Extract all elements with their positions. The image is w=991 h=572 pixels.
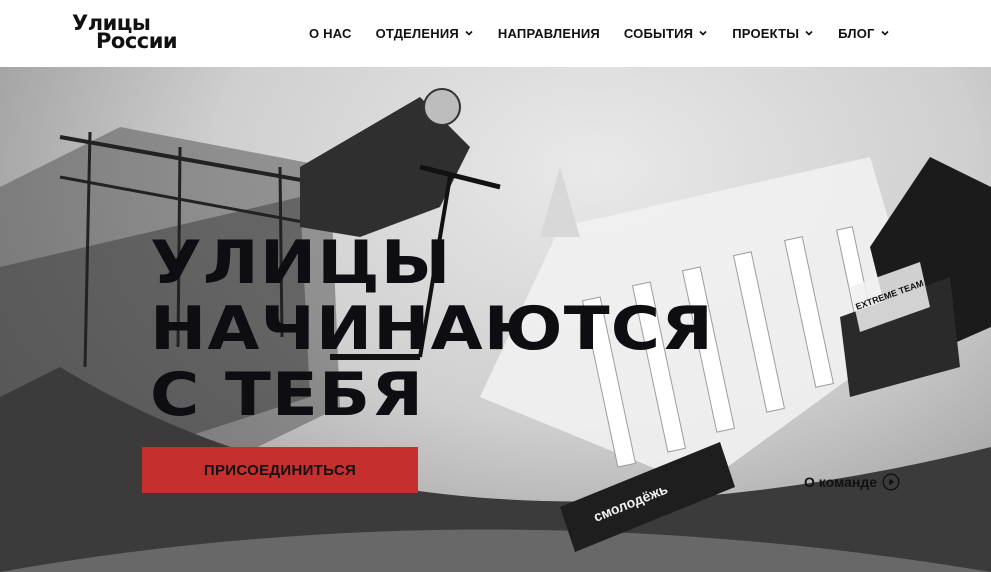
nav-item-about[interactable]: О НАС — [309, 26, 352, 41]
headline-line-2: НАЧИНАЮТСЯ — [150, 294, 715, 364]
about-team-link[interactable]: О команде — [804, 473, 900, 491]
chevron-down-icon — [465, 30, 473, 36]
nav-item-directions[interactable]: НАПРАВЛЕНИЯ — [498, 26, 600, 41]
chevron-down-icon — [699, 30, 707, 36]
chevron-down-icon — [881, 30, 889, 36]
team-link-label: О команде — [804, 474, 878, 490]
nav-item-events[interactable]: СОБЫТИЯ — [624, 26, 708, 41]
headline-line-1: УЛИЦЫ — [150, 228, 452, 298]
headline-line-3: С ТЕБЯ — [150, 360, 425, 430]
nav-item-label: ПРОЕКТЫ — [732, 25, 800, 41]
nav-item-projects[interactable]: ПРОЕКТЫ — [732, 26, 814, 41]
hero-headline: УЛИЦЫ НАЧИНАЮТСЯ С ТЕБЯ — [150, 230, 714, 428]
chevron-down-icon — [805, 30, 813, 36]
join-button[interactable]: ПРИСОЕДИНИТЬСЯ — [142, 447, 418, 493]
nav-item-blog[interactable]: БЛОГ — [838, 26, 889, 41]
main-nav: О НАС ОТДЕЛЕНИЯ НАПРАВЛЕНИЯ СОБЫТИЯ ПРОЕ… — [309, 24, 890, 42]
nav-item-branches[interactable]: ОТДЕЛЕНИЯ — [376, 26, 474, 41]
site-header: Улицы России О НАС ОТДЕЛЕНИЯ НАПРАВЛЕНИЯ… — [0, 0, 991, 67]
nav-item-label: НАПРАВЛЕНИЯ — [497, 25, 600, 41]
play-icon — [882, 473, 900, 491]
nav-item-label: О НАС — [309, 25, 352, 41]
nav-item-label: СОБЫТИЯ — [623, 25, 694, 41]
site-logo[interactable]: Улицы России — [72, 13, 178, 52]
nav-item-label: ОТДЕЛЕНИЯ — [375, 25, 459, 41]
hero-section: смолодёжь EXTREME TEAM УЛИЦЫ НАЧИНАЮТСЯ … — [0, 67, 991, 572]
nav-item-label: БЛОГ — [838, 25, 875, 41]
